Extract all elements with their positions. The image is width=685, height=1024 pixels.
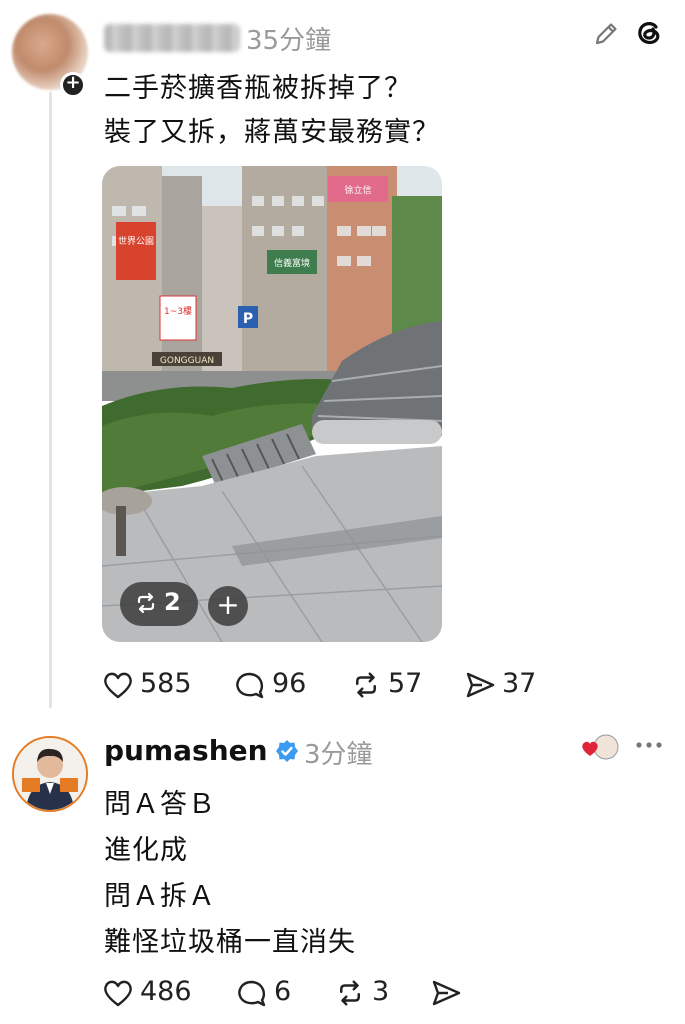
- post-action-bar: 585 96 57 37: [102, 666, 562, 706]
- reply-comment-button[interactable]: 6: [236, 974, 306, 1014]
- reply-repost-count: 3: [372, 976, 390, 1007]
- sign-text-3: 信義富境: [274, 257, 310, 269]
- author-username-blurred[interactable]: [104, 24, 240, 52]
- comment-count: 96: [272, 668, 307, 699]
- reply-username[interactable]: pumashen: [104, 734, 268, 767]
- share-button[interactable]: 37: [464, 666, 554, 706]
- sign-text-5: 徐立信: [344, 184, 371, 196]
- repost-count: 57: [388, 668, 423, 699]
- add-button[interactable]: +: [208, 586, 248, 626]
- reply-action-bar: 486 6 3: [102, 974, 482, 1014]
- repost-icon: [137, 592, 155, 614]
- follow-plus-icon[interactable]: [60, 72, 86, 98]
- comment-bubble-icon: [236, 672, 264, 699]
- reply-like-count: 486: [140, 976, 192, 1007]
- sign-text-1: 世界公園: [118, 235, 154, 247]
- reply-text-line-1: 問Ａ答Ｂ: [104, 789, 216, 820]
- like-button[interactable]: 585: [102, 666, 202, 706]
- reply-text-line-4: 難怪垃圾桶一直消失: [104, 927, 356, 958]
- sign-text-2: 1~3樓: [164, 305, 192, 317]
- reply-share-button[interactable]: [430, 974, 470, 1014]
- reply-text-line-2: 進化成: [104, 835, 188, 866]
- heart-icon: [104, 980, 132, 1007]
- post-text-line-1: 二手菸擴香瓶被拆掉了？: [104, 73, 412, 104]
- photo-repost-count: 2: [164, 588, 181, 616]
- pencil-icon[interactable]: [592, 20, 620, 48]
- reply-repost-button[interactable]: 3: [334, 974, 404, 1014]
- liked-by-author-icon: [582, 734, 619, 760]
- repost-icon: [356, 672, 376, 698]
- thread-connector-line: [49, 92, 52, 708]
- reply-text-line-3: 問Ａ拆Ａ: [104, 881, 216, 912]
- like-count: 585: [140, 668, 192, 699]
- reply-like-button[interactable]: 486: [102, 974, 202, 1014]
- post-text-line-2: 裝了又拆，蔣萬安最務實？: [104, 117, 440, 148]
- comment-button[interactable]: 96: [234, 666, 324, 706]
- reply-comment-count: 6: [274, 976, 292, 1007]
- verified-badge-icon: [276, 740, 298, 762]
- photo-repost-pill[interactable]: 2: [120, 582, 198, 626]
- sign-text-4: GONGGUAN: [160, 356, 214, 366]
- repost-button[interactable]: 57: [350, 666, 440, 706]
- reply-author-avatar[interactable]: [12, 736, 88, 812]
- share-arrow-icon: [466, 672, 495, 698]
- share-count: 37: [502, 668, 537, 699]
- repost-icon: [340, 980, 360, 1006]
- svg-text:P: P: [243, 311, 253, 327]
- share-arrow-icon: [432, 980, 461, 1006]
- comment-bubble-icon: [238, 980, 266, 1007]
- heart-icon: [104, 672, 132, 699]
- threads-logo-icon[interactable]: [632, 16, 666, 50]
- post-photo[interactable]: 世界公園 1~3樓 信義富境 徐立信 GONGGUAN P: [102, 166, 442, 642]
- post-timestamp: 35分鐘: [246, 26, 332, 56]
- more-dots-icon[interactable]: [634, 738, 664, 752]
- reply-timestamp: 3分鐘: [304, 740, 373, 770]
